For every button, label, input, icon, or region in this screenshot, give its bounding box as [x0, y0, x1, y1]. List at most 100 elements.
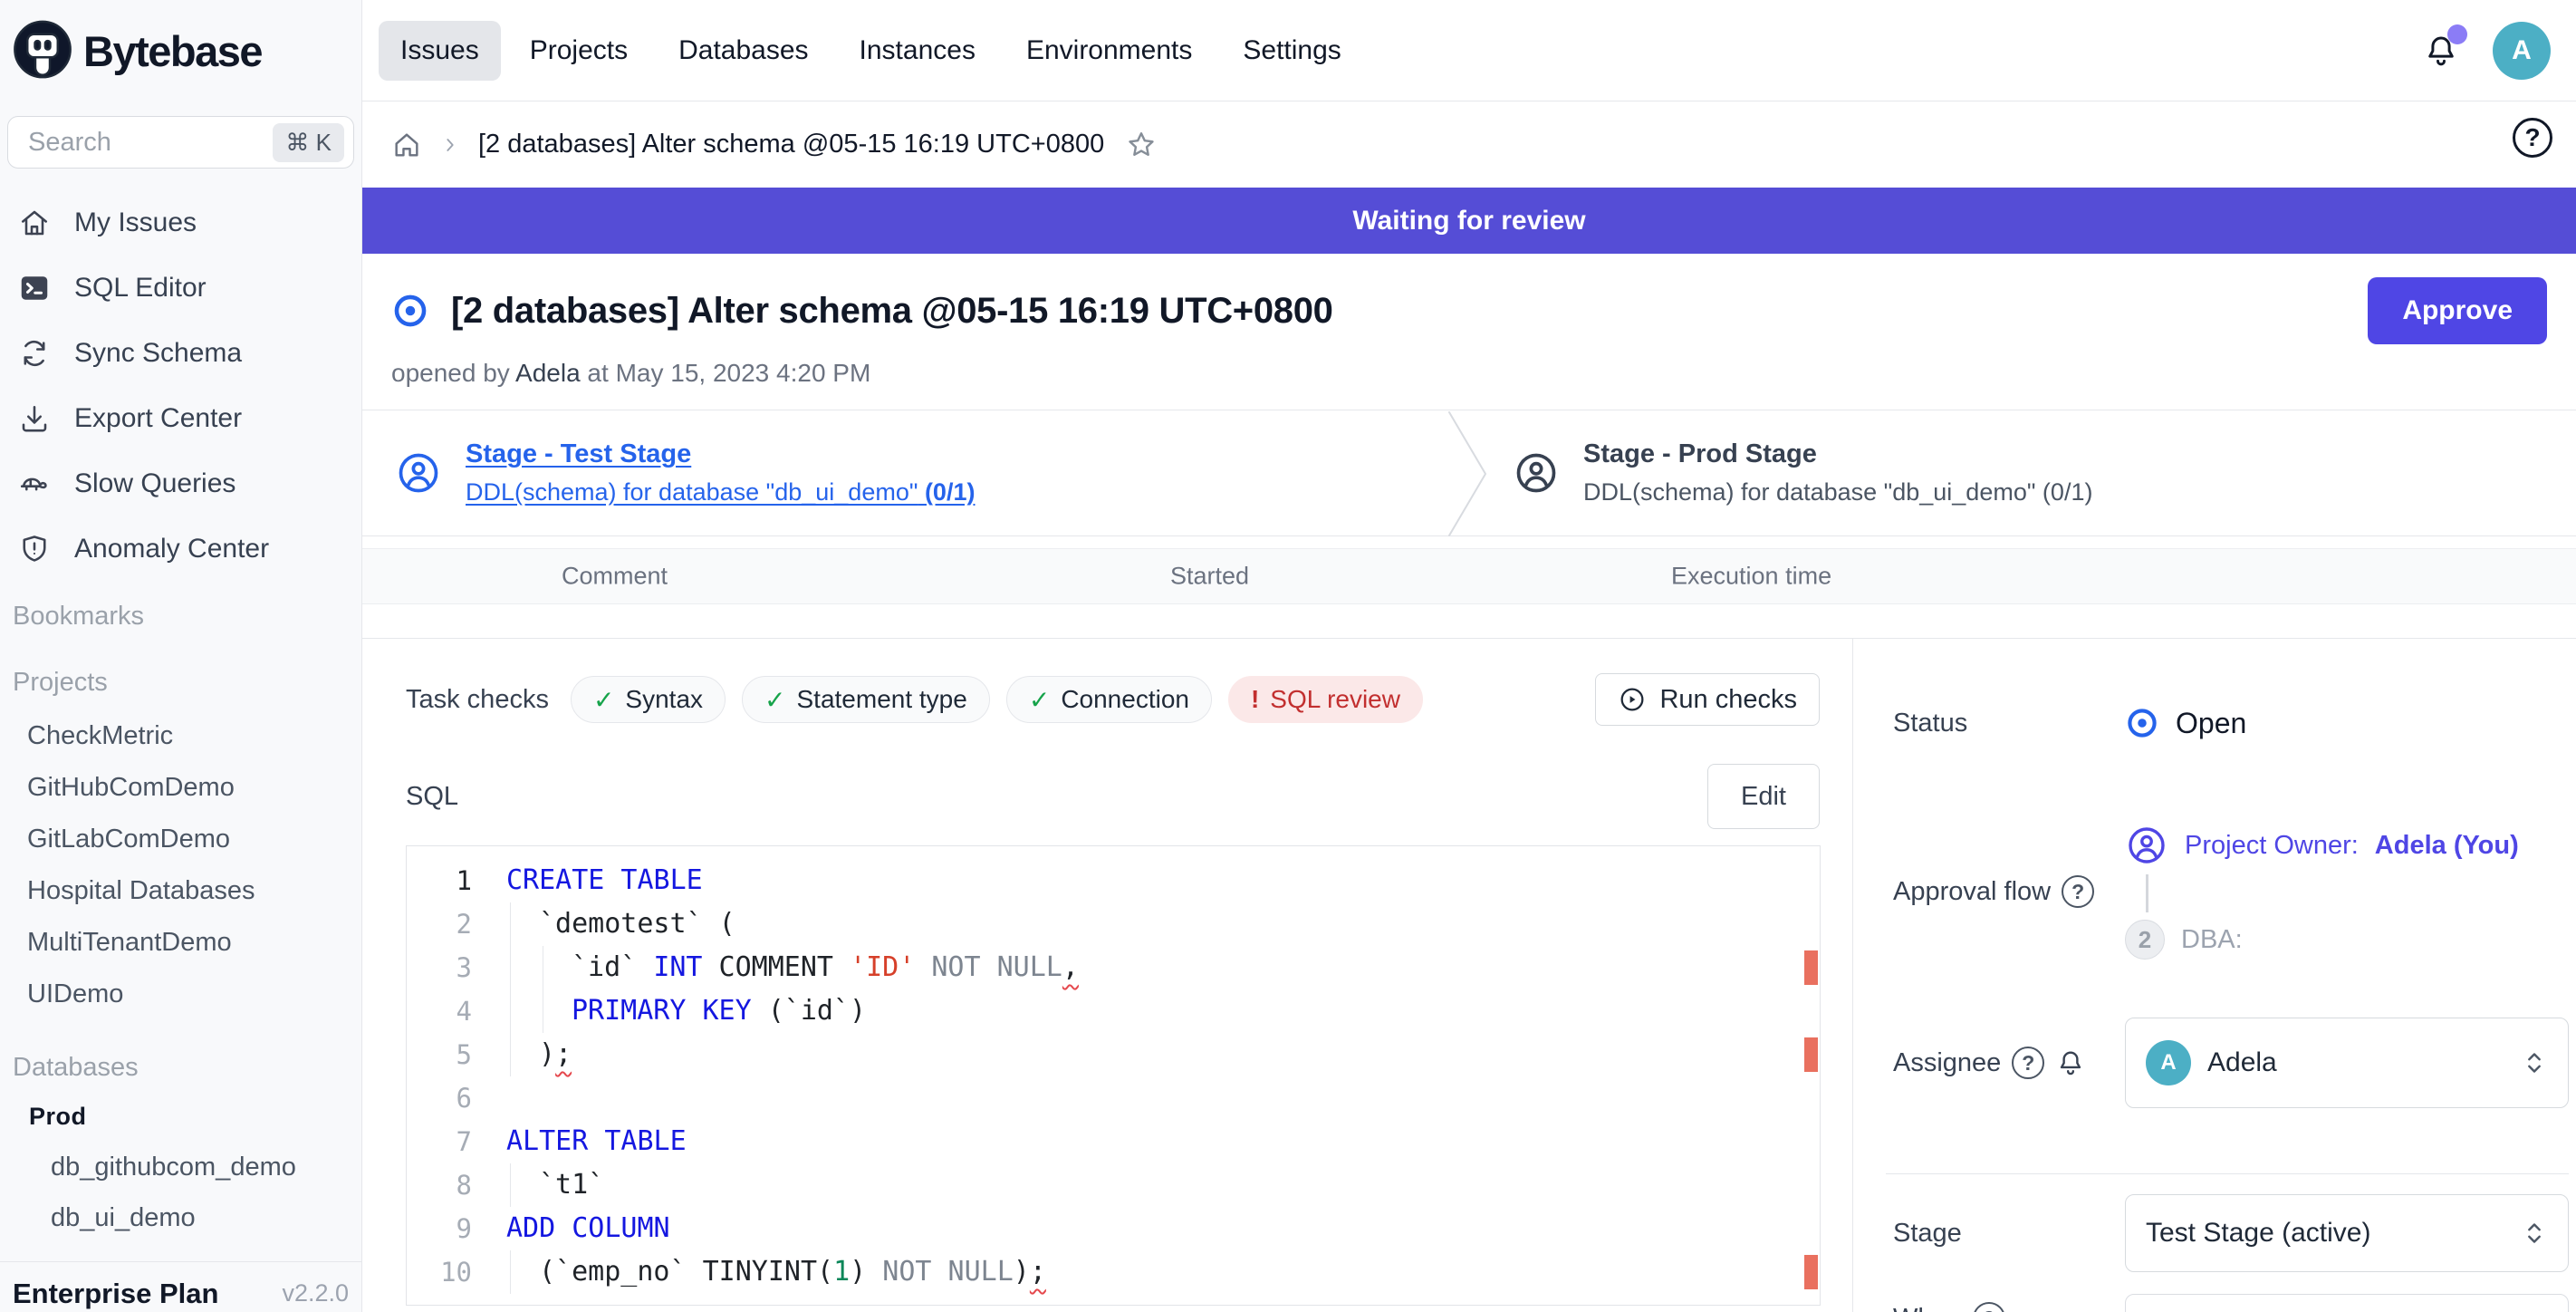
sidebar-item-anomaly-center[interactable]: Anomaly Center [0, 516, 361, 582]
sidebar-item-label: My Issues [74, 207, 197, 238]
line-number: 7 [407, 1120, 497, 1163]
line-number: 10 [407, 1250, 497, 1294]
task-checks-row: Task checks ✓Syntax✓Statement type✓Conne… [406, 673, 1820, 726]
code-token: ; [1030, 1256, 1046, 1288]
approval-step1-role: Project Owner: [2185, 831, 2359, 861]
bookmark-star-icon[interactable] [1126, 130, 1157, 160]
notification-badge-dot [2447, 24, 2467, 44]
tab-projects[interactable]: Projects [508, 21, 649, 81]
approval-step1-user[interactable]: Adela (You) [2375, 831, 2519, 861]
stage-task-link[interactable]: DDL(schema) for database "db_ui_demo" (0… [466, 478, 975, 506]
sql-editor[interactable]: 1CREATE TABLE2`demotest` (3`id` INT COMM… [406, 845, 1821, 1306]
code-line-2: 2`demotest` ( [407, 902, 1820, 946]
assignee-help-icon[interactable]: ? [2012, 1047, 2044, 1079]
approval-step2-role: DBA: [2181, 925, 2243, 955]
sidebar-database-db_githubcom_demo[interactable]: db_githubcom_demo [0, 1142, 361, 1192]
indent-guide [510, 946, 511, 989]
plan-footer[interactable]: Enterprise Plan v2.2.0 [0, 1261, 361, 1312]
sidebar-project-multitenantdemo[interactable]: MultiTenantDemo [0, 917, 361, 969]
notifications-bell-button[interactable] [2422, 32, 2460, 70]
indent-guide [510, 1250, 511, 1294]
sidebar-item-sql-editor[interactable]: SQL Editor [0, 256, 361, 321]
code-token: ) [539, 1038, 555, 1070]
alert-icon: ! [1251, 685, 1259, 714]
stage-separator-chevron [1446, 410, 1491, 537]
tab-settings[interactable]: Settings [1221, 21, 1362, 81]
code-token: , [1062, 951, 1079, 983]
sidebar-item-sync-schema[interactable]: Sync Schema [0, 321, 361, 386]
check-pill-syntax[interactable]: ✓Syntax [571, 676, 726, 723]
code-line-7: 7ALTER TABLE [407, 1120, 1820, 1163]
assignee-bell-icon[interactable] [2055, 1047, 2086, 1078]
stage-task-count: (0/1) [918, 478, 975, 506]
tab-environments[interactable]: Environments [1004, 21, 1214, 81]
sidebar-project-checkmetric[interactable]: CheckMetric [0, 710, 361, 762]
download-icon [18, 402, 51, 435]
line-number: 1 [407, 859, 497, 902]
sidebar-project-gitlabcomdemo[interactable]: GitLabComDemo [0, 814, 361, 865]
sidebar-item-slow-queries[interactable]: Slow Queries [0, 451, 361, 516]
bytebase-logo[interactable]: Bytebase [0, 0, 361, 101]
issue-open-status-icon [391, 292, 429, 330]
status-label: Status [1893, 706, 2125, 740]
assignee-value: Adela [2207, 1047, 2503, 1078]
stage-title-link[interactable]: Stage - Test Stage [466, 439, 975, 469]
code-token: PRIMARY KEY [572, 995, 752, 1027]
edit-sql-button[interactable]: Edit [1707, 764, 1820, 829]
tab-databases[interactable]: Databases [657, 21, 830, 81]
check-pill-connection[interactable]: ✓Connection [1006, 676, 1212, 723]
indent-guide [510, 902, 511, 946]
code-line-8: 8 `t1` [407, 1163, 1820, 1207]
issue-opened-meta: opened by Adela at May 15, 2023 4:20 PM [362, 344, 2576, 410]
code-token: 1 [833, 1256, 850, 1288]
panel-divider [1886, 1173, 2569, 1174]
sync-icon [18, 337, 51, 370]
sidebar-project-uidemo[interactable]: UIDemo [0, 969, 361, 1020]
assignee-label: Assignee ? [1893, 1047, 2125, 1079]
column-header-execution-time: Execution time [1671, 563, 1831, 591]
tab-instances[interactable]: Instances [838, 21, 997, 81]
when-help-icon[interactable]: ? [1973, 1302, 2005, 1312]
help-circle-icon[interactable]: ? [2513, 118, 2552, 158]
sidebar-nav: My Issues SQL Editor Sync SchemaExport Cen… [0, 190, 361, 582]
search-input[interactable]: Search ⌘ K [7, 116, 354, 169]
sidebar-project-hospital-databases[interactable]: Hospital Databases [0, 865, 361, 917]
sidebar-item-my-issues[interactable]: My Issues [0, 190, 361, 256]
approval-help-icon[interactable]: ? [2062, 875, 2094, 908]
check-pill-sql-review[interactable]: !SQL review [1228, 676, 1423, 723]
when-label-text: When [1893, 1304, 1962, 1312]
code-line-9: 9ADD COLUMN [407, 1207, 1820, 1250]
breadcrumb-current-title: [2 databases] Alter schema @05-15 16:19 … [478, 130, 1104, 159]
check-pill-label: Syntax [625, 685, 703, 714]
stage-select[interactable]: Test Stage (active) [2125, 1194, 2569, 1272]
approve-button[interactable]: Approve [2368, 277, 2547, 344]
sidebar-item-label: SQL Editor [74, 273, 207, 304]
code-line-10: 10(`emp_no` TINYINT(1) NOT NULL); [407, 1250, 1820, 1294]
approver-person-icon [2125, 824, 2168, 867]
editor-error-mark [1804, 1037, 1818, 1072]
check-icon: ✓ [764, 685, 785, 715]
review-status-banner: Waiting for review [362, 188, 2576, 254]
turtle-icon [18, 468, 51, 500]
play-circle-icon [1618, 685, 1647, 714]
sidebar-project-githubcomdemo[interactable]: GitHubComDemo [0, 762, 361, 814]
issue-author[interactable]: Adela [515, 359, 581, 387]
code-text: (`emp_no` TINYINT(1) NOT NULL); [497, 1250, 1046, 1294]
line-number: 8 [407, 1163, 497, 1207]
when-date-input[interactable]: Unset [2125, 1294, 2569, 1312]
assignee-select[interactable]: A Adela [2125, 1018, 2569, 1108]
check-pill-label: Connection [1061, 685, 1189, 714]
run-checks-button[interactable]: Run checks [1595, 673, 1820, 726]
user-avatar[interactable]: A [2493, 22, 2551, 80]
search-shortcut-kbd: ⌘ K [273, 123, 344, 162]
check-pill-statement-type[interactable]: ✓Statement type [742, 676, 990, 723]
code-token: NOT NULL [882, 1256, 1014, 1288]
breadcrumb-home-icon[interactable] [391, 130, 422, 160]
code-text: `demotest` ( [497, 902, 735, 946]
approval-flow-row: Approval flow ? Project Owner: Adela (Yo… [1893, 824, 2569, 960]
sidebar-item-export-center[interactable]: Export Center [0, 386, 361, 451]
code-token: `t1` [539, 1169, 604, 1201]
sidebar-database-db_ui_demo[interactable]: db_ui_demo [0, 1192, 361, 1243]
code-token: INT [653, 951, 702, 983]
tab-issues[interactable]: Issues [379, 21, 501, 81]
